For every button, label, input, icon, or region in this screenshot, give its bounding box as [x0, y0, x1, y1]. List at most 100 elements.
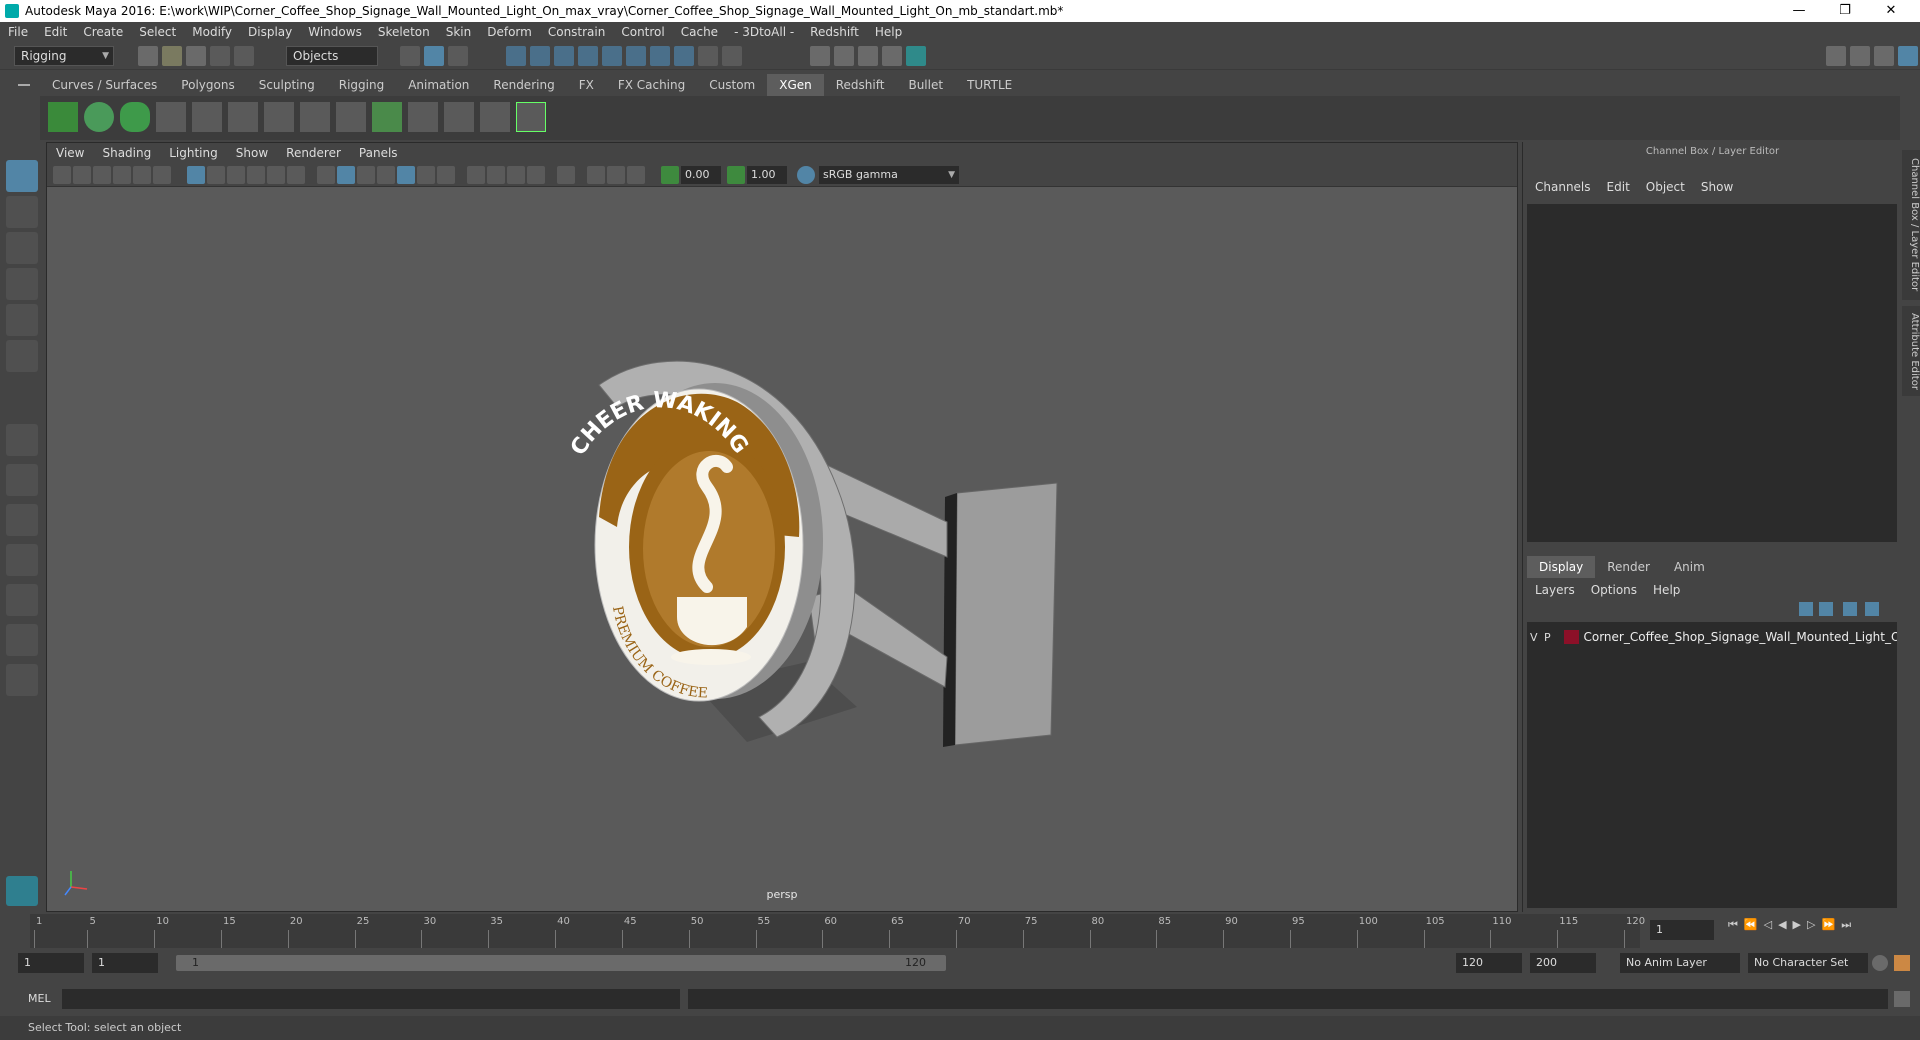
menu-control[interactable]: Control: [613, 25, 672, 39]
auto-key-icon[interactable]: [1872, 955, 1888, 971]
layer-color-swatch[interactable]: [1564, 630, 1580, 644]
move-layer-up-icon[interactable]: [1799, 602, 1813, 616]
snap-point-icon[interactable]: [554, 46, 574, 66]
layer-visibility-toggle[interactable]: V: [1527, 631, 1541, 644]
go-to-end-icon[interactable]: ⏭: [1841, 918, 1851, 940]
character-set-dropdown[interactable]: No Character Set: [1748, 953, 1868, 973]
anti-aliasing-icon[interactable]: [507, 166, 525, 184]
xgen-create-description-icon[interactable]: [120, 102, 150, 132]
snap-curve-icon[interactable]: [530, 46, 550, 66]
channel-menu-edit[interactable]: Edit: [1599, 180, 1638, 194]
menu-skeleton[interactable]: Skeleton: [370, 25, 438, 39]
viewport-menu-shading[interactable]: Shading: [93, 146, 160, 160]
shelf-menu-icon[interactable]: [18, 78, 32, 92]
menu-display[interactable]: Display: [240, 25, 300, 39]
channel-box-toggle-icon[interactable]: [1898, 46, 1918, 66]
xgen-cache-icon[interactable]: [516, 102, 546, 132]
menu-cache[interactable]: Cache: [673, 25, 726, 39]
playback-end-field[interactable]: 120: [1456, 953, 1522, 973]
safe-action-icon[interactable]: [287, 166, 305, 184]
snap-help-icon[interactable]: [674, 46, 694, 66]
step-forward-icon[interactable]: ⏩: [1821, 918, 1835, 940]
minimize-button[interactable]: —: [1776, 0, 1822, 22]
four-view-layout-icon[interactable]: [6, 464, 38, 496]
motion-blur-icon[interactable]: [487, 166, 505, 184]
select-by-object-icon[interactable]: [424, 46, 444, 66]
side-tab-attribute-editor[interactable]: Attribute Editor: [1902, 306, 1920, 396]
shelf-tab-turtle[interactable]: TURTLE: [955, 74, 1024, 96]
layer-menu-options[interactable]: Options: [1583, 583, 1645, 597]
play-forward-icon[interactable]: ▶: [1793, 918, 1801, 940]
hypershade-icon[interactable]: [882, 46, 902, 66]
textured-icon[interactable]: [397, 166, 415, 184]
step-back-key-icon[interactable]: ◁: [1764, 918, 1772, 940]
mode-selector[interactable]: Rigging ▼: [14, 46, 114, 66]
layer-name[interactable]: Corner_Coffee_Shop_Signage_Wall_Mounted_…: [1583, 630, 1897, 644]
channel-menu-channels[interactable]: Channels: [1527, 180, 1599, 194]
xgen-splines-icon[interactable]: [480, 102, 510, 132]
viewport-3d[interactable]: CHEER WAKING PREMIUM COFFEE persp: [47, 187, 1517, 911]
layer-playback-toggle[interactable]: P: [1541, 631, 1555, 644]
ambient-occlusion-icon[interactable]: [467, 166, 485, 184]
wireframe-on-shaded-icon[interactable]: [377, 166, 395, 184]
shelf-tab-custom[interactable]: Custom: [697, 74, 767, 96]
shelf-tab-rigging[interactable]: Rigging: [327, 74, 396, 96]
image-plane-icon[interactable]: [113, 166, 131, 184]
attribute-editor-toggle-icon[interactable]: [1850, 46, 1870, 66]
menu-edit[interactable]: Edit: [36, 25, 75, 39]
shelf-tab-redshift[interactable]: Redshift: [824, 74, 897, 96]
menu-windows[interactable]: Windows: [300, 25, 370, 39]
mel-label[interactable]: MEL: [28, 992, 51, 1005]
resolution-gate-icon[interactable]: [227, 166, 245, 184]
menu-file[interactable]: File: [0, 25, 36, 39]
new-scene-icon[interactable]: [138, 46, 158, 66]
open-scene-icon[interactable]: [162, 46, 182, 66]
backface-culling-icon[interactable]: [627, 166, 645, 184]
layer-tab-display[interactable]: Display: [1527, 556, 1596, 578]
viewport-menu-lighting[interactable]: Lighting: [160, 146, 227, 160]
menu-3dtoall[interactable]: - 3DtoAll -: [726, 25, 802, 39]
shelf-tab-xgen[interactable]: XGen: [767, 74, 824, 96]
layer-menu-help[interactable]: Help: [1645, 583, 1688, 597]
shelf-tab-fx-caching[interactable]: FX Caching: [606, 74, 697, 96]
menu-select[interactable]: Select: [131, 25, 184, 39]
animation-prefs-icon[interactable]: [1894, 955, 1910, 971]
shadows-icon[interactable]: [437, 166, 455, 184]
xgen-interactive-groom-icon[interactable]: [408, 102, 438, 132]
use-all-lights-icon[interactable]: [417, 166, 435, 184]
timeline-ruler[interactable]: 1 5 10 15 20 25 30 35 40 45 50 55 60 65 70 75 80 85 90 95 10…: [30, 914, 1645, 948]
xgen-preview-icon[interactable]: [84, 102, 114, 132]
channel-list[interactable]: [1527, 204, 1897, 542]
single-perspective-layout-icon[interactable]: [6, 424, 38, 456]
undo-icon[interactable]: [210, 46, 230, 66]
end-time-field[interactable]: 200: [1530, 953, 1596, 973]
select-tool-icon[interactable]: [6, 160, 38, 192]
gate-mask-icon[interactable]: [247, 166, 265, 184]
viewport-menu-renderer[interactable]: Renderer: [277, 146, 350, 160]
depth-of-field-icon[interactable]: [527, 166, 545, 184]
hypershade-layout-icon[interactable]: [6, 624, 38, 656]
shelf-tab-sculpting[interactable]: Sculpting: [247, 74, 327, 96]
xgen-rebuild-icon[interactable]: [264, 102, 294, 132]
new-layer-selected-icon[interactable]: [1865, 602, 1879, 616]
persp-graph-layout-icon[interactable]: [6, 544, 38, 576]
select-by-component-icon[interactable]: [448, 46, 468, 66]
two-d-pan-zoom-icon[interactable]: [133, 166, 151, 184]
shelf-tab-bullet[interactable]: Bullet: [896, 74, 955, 96]
restore-button[interactable]: ❐: [1822, 0, 1868, 22]
current-frame-field[interactable]: 1: [1650, 920, 1714, 940]
menu-skin[interactable]: Skin: [438, 25, 480, 39]
xgen-sculpt-guide-icon[interactable]: [228, 102, 258, 132]
render-settings-icon[interactable]: [858, 46, 878, 66]
exposure-icon[interactable]: [661, 166, 679, 184]
snap-vertex-icon[interactable]: [626, 46, 646, 66]
menu-redshift[interactable]: Redshift: [802, 25, 867, 39]
persp-outliner-layout-icon[interactable]: [6, 584, 38, 616]
scale-tool-icon[interactable]: [6, 340, 38, 372]
xgen-add-guide-icon[interactable]: [192, 102, 222, 132]
side-tab-channel-box[interactable]: Channel Box / Layer Editor: [1902, 150, 1920, 300]
anim-layer-dropdown[interactable]: No Anim Layer: [1620, 953, 1740, 973]
snap-surface-icon[interactable]: [602, 46, 622, 66]
color-management-icon[interactable]: [797, 166, 815, 184]
exposure-field[interactable]: 0.00: [681, 166, 721, 184]
